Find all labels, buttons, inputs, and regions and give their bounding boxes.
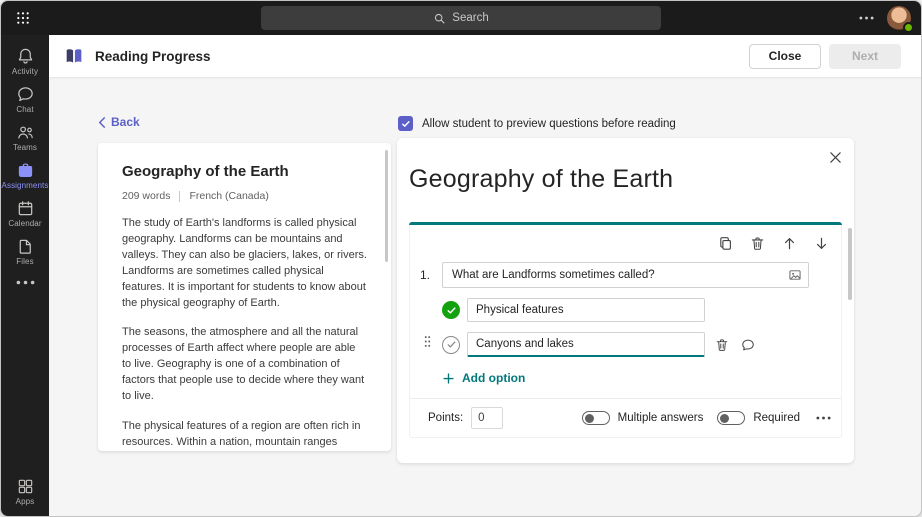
answer-option-input[interactable]: [467, 298, 705, 322]
multiple-answers-label: Multiple answers: [618, 412, 704, 424]
sidebar-label: Activity: [12, 68, 38, 76]
option-actions: [715, 338, 755, 352]
sidebar-item-calendar[interactable]: Calendar: [1, 194, 49, 232]
checkbox-checked-icon: [398, 116, 413, 131]
files-icon: [16, 237, 35, 256]
topbar: Search: [1, 1, 921, 35]
assignments-icon: [16, 161, 35, 180]
search-input[interactable]: Search: [261, 6, 661, 30]
sidebar-item-teams[interactable]: Teams: [1, 118, 49, 156]
apps-icon: [16, 477, 35, 496]
sidebar-item-activity[interactable]: Activity: [1, 42, 49, 80]
bell-icon: [16, 47, 35, 66]
add-option-button[interactable]: Add option: [410, 371, 525, 385]
question-toolbar: [410, 225, 841, 253]
preview-checkbox-label: Allow student to preview questions befor…: [422, 118, 676, 130]
sidebar-label: Teams: [13, 144, 37, 152]
question-more-icon[interactable]: [816, 416, 831, 420]
duplicate-icon[interactable]: [718, 236, 733, 251]
drag-handle-icon[interactable]: [424, 335, 431, 348]
delete-option-icon[interactable]: [715, 338, 729, 352]
page-header: Reading Progress Close Next: [49, 35, 922, 77]
quiz-title: Geography of the Earth: [409, 164, 842, 194]
question-row: 1.: [410, 253, 841, 288]
points-label: Points:: [428, 412, 463, 424]
delete-question-icon[interactable]: [750, 236, 765, 251]
points-input[interactable]: [471, 407, 503, 429]
sidebar-label: Assignments: [2, 182, 49, 190]
word-count: 209 words: [122, 190, 170, 202]
question-footer: Points: Multiple answers Required: [410, 399, 841, 437]
chevron-left-icon: [98, 117, 106, 128]
multiple-answers-toggle[interactable]: [582, 411, 610, 425]
chat-icon: [16, 85, 35, 104]
page-title: Reading Progress: [95, 49, 211, 64]
topbar-right: [859, 1, 911, 35]
passage-paragraph: The physical features of a region are of…: [122, 418, 367, 451]
sidebar-more-icon[interactable]: [1, 270, 49, 294]
presence-indicator: [903, 22, 914, 33]
answer-option-row: [410, 298, 841, 322]
answer-option-input-focused[interactable]: [467, 332, 705, 357]
correct-answer-icon[interactable]: [442, 301, 460, 319]
required-toggle[interactable]: [717, 411, 745, 425]
answer-option-row: [410, 332, 841, 357]
teams-people-icon: [16, 123, 35, 142]
reading-passage-card: Geography of the Earth 209 words French …: [98, 143, 391, 451]
sidebar-label: Files: [16, 258, 33, 266]
sidebar-label: Calendar: [8, 220, 41, 228]
calendar-icon: [16, 199, 35, 218]
preview-questions-checkbox[interactable]: Allow student to preview questions befor…: [398, 116, 676, 131]
sidebar-item-files[interactable]: Files: [1, 232, 49, 270]
sidebar-label: Chat: [16, 106, 33, 114]
search-placeholder: Search: [452, 12, 488, 24]
meta-divider: [179, 191, 180, 202]
question-number: 1.: [420, 268, 434, 282]
passage-paragraph: The seasons, the atmosphere and all the …: [122, 324, 367, 404]
move-down-icon[interactable]: [814, 236, 829, 251]
back-label: Back: [111, 115, 140, 129]
passage-title: Geography of the Earth: [122, 163, 367, 180]
mark-correct-icon[interactable]: [442, 336, 460, 354]
sidebar-label: Apps: [16, 498, 35, 506]
main-area: Reading Progress Close Next Back Geograp…: [49, 35, 922, 517]
next-button[interactable]: Next: [829, 44, 901, 69]
move-up-icon[interactable]: [782, 236, 797, 251]
passage-meta: 209 words French (Canada): [122, 190, 367, 202]
waffle-menu-icon[interactable]: [1, 1, 45, 35]
topbar-more-icon[interactable]: [859, 16, 874, 20]
teams-window: Search Activity Chat: [0, 0, 922, 517]
search-icon: [433, 12, 446, 25]
sidebar-item-apps[interactable]: Apps: [1, 472, 49, 510]
question-text-input[interactable]: [442, 262, 809, 288]
passage-scrollbar[interactable]: [385, 150, 388, 262]
close-button[interactable]: Close: [749, 44, 821, 69]
question-editor-card: Geography of the Earth 1.: [397, 138, 854, 463]
close-icon[interactable]: [826, 148, 844, 166]
sidebar-item-chat[interactable]: Chat: [1, 80, 49, 118]
content: Back Geography of the Earth 209 words Fr…: [49, 77, 922, 517]
reading-progress-icon: [63, 45, 85, 67]
sidebar: Activity Chat Teams Assignments Calendar: [1, 35, 49, 517]
avatar[interactable]: [887, 6, 911, 30]
option-feedback-icon[interactable]: [741, 338, 755, 352]
question-panel-scrollbar[interactable]: [848, 228, 852, 300]
plus-icon: [443, 373, 454, 384]
required-label: Required: [753, 412, 800, 424]
passage-language: French (Canada): [189, 190, 268, 202]
insert-image-icon[interactable]: [788, 268, 802, 282]
add-option-label: Add option: [462, 371, 525, 385]
question-block: 1.: [409, 222, 842, 438]
passage-paragraph: The study of Earth's landforms is called…: [122, 215, 367, 311]
sidebar-item-assignments[interactable]: Assignments: [1, 156, 49, 194]
back-link[interactable]: Back: [98, 115, 140, 129]
